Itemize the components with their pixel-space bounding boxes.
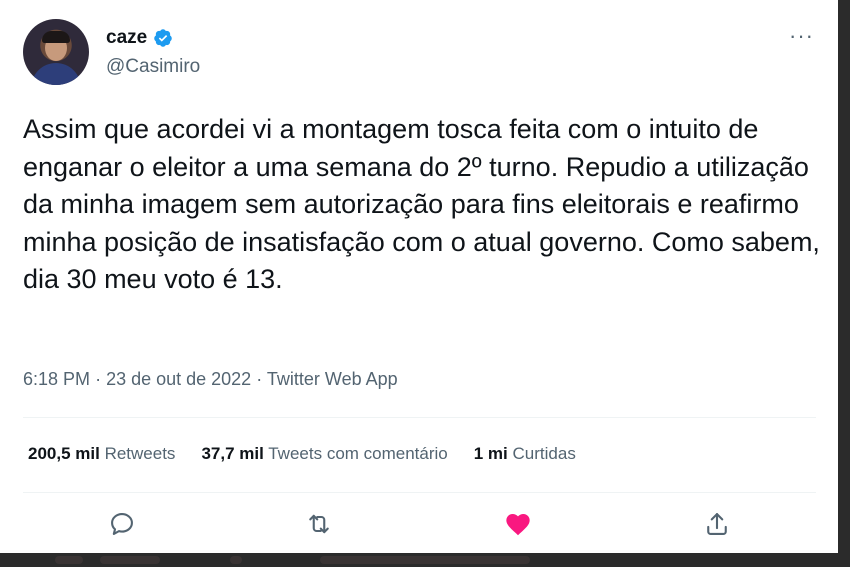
engagement-stats: 200,5 mil Retweets 37,7 mil Tweets com c… [28,444,602,464]
separator: · [95,369,107,389]
divider [23,492,816,493]
divider [23,417,816,418]
likes-count: 1 mi [473,444,508,463]
likes-stat[interactable]: 1 mi Curtidas [474,444,576,464]
quotes-stat[interactable]: 37,7 mil Tweets com comentário [201,444,447,464]
avatar-hair [42,31,70,43]
verified-badge-icon [154,29,172,47]
heart-icon[interactable] [504,510,532,538]
action-bar [0,500,838,548]
tweet-text: Assim que acordei vi a montagem tosca fe… [23,114,820,294]
blurred-text [320,556,530,564]
separator: · [256,369,267,389]
retweets-label: Retweets [104,444,176,463]
avatar-body [31,63,81,85]
likes-label: Curtidas [512,444,576,463]
author-handle[interactable]: @Casimiro [106,56,200,78]
background-content-strip [0,553,850,567]
retweet-icon[interactable] [305,510,333,538]
author-name-row[interactable]: caze [106,26,173,50]
tweet-metadata: 6:18 PM · 23 de out de 2022 · Twitter We… [23,369,398,390]
retweets-count: 200,5 mil [28,444,100,463]
blurred-text [230,556,242,564]
tweet-time[interactable]: 6:18 PM [23,369,90,389]
blurred-text [100,556,160,564]
share-icon[interactable] [703,510,731,538]
tweet-source[interactable]: Twitter Web App [267,369,398,389]
quotes-label: Tweets com comentário [268,444,448,463]
tweet-card: caze @Casimiro ··· Assim que acordei vi … [0,0,838,553]
retweets-stat[interactable]: 200,5 mil Retweets [28,444,175,464]
more-options-icon[interactable]: ··· [789,25,814,47]
display-name[interactable]: caze [106,27,147,49]
quotes-count: 37,7 mil [201,444,264,463]
blurred-avatar [55,556,83,564]
reply-icon[interactable] [108,510,136,538]
avatar[interactable] [23,19,89,85]
tweet-date[interactable]: 23 de out de 2022 [106,369,251,389]
